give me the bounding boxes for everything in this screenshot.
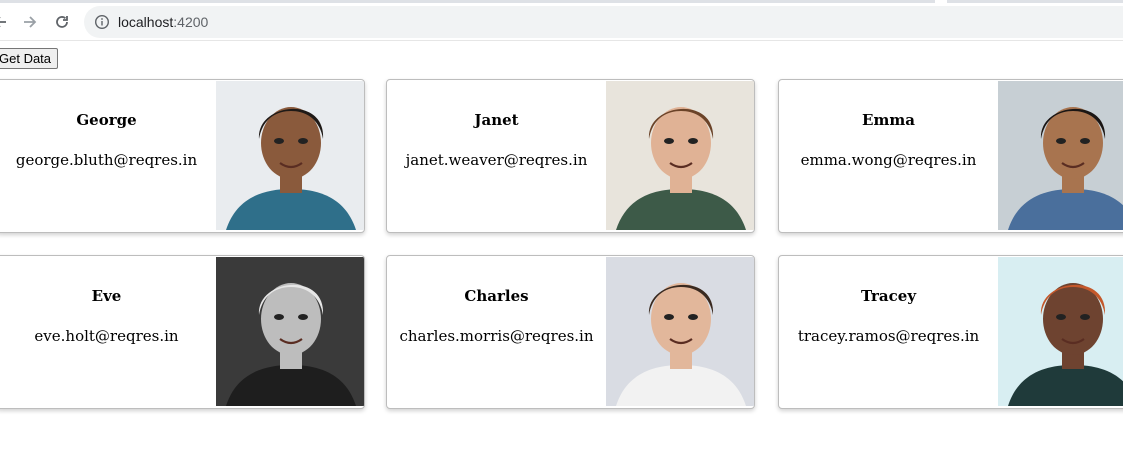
forward-arrow-icon	[24, 16, 37, 28]
url-text: localhost:4200	[118, 14, 209, 30]
user-info: Eve eve.holt@reqres.in	[0, 256, 216, 408]
user-avatar	[216, 257, 364, 406]
user-email: george.bluth@reqres.in	[15, 151, 198, 169]
user-name: Eve	[91, 287, 122, 305]
user-avatar	[216, 81, 364, 230]
site-info-icon[interactable]	[94, 14, 110, 30]
user-avatar	[606, 81, 754, 230]
user-info: George george.bluth@reqres.in	[0, 80, 216, 232]
user-name: George	[76, 111, 137, 129]
get-data-button[interactable]: Get Data	[0, 48, 59, 69]
user-card: Eve eve.holt@reqres.in	[0, 255, 365, 409]
user-card: Janet janet.weaver@reqres.in	[386, 79, 755, 233]
back-arrow-icon	[0, 17, 6, 27]
user-avatar	[998, 81, 1123, 230]
reload-button[interactable]	[48, 8, 76, 36]
address-bar[interactable]: localhost:4200	[84, 6, 1123, 38]
user-info: Charles charles.morris@reqres.in	[387, 256, 606, 408]
forward-button[interactable]	[16, 8, 44, 36]
user-email: tracey.ramos@reqres.in	[797, 327, 980, 345]
user-card: George george.bluth@reqres.in	[0, 79, 365, 233]
user-name: Emma	[862, 111, 915, 129]
user-email: emma.wong@reqres.in	[800, 151, 977, 169]
inactive-tab-edge	[947, 0, 1123, 3]
user-name: Janet	[474, 111, 519, 129]
user-card: Emma emma.wong@reqres.in	[778, 79, 1123, 233]
user-info: Janet janet.weaver@reqres.in	[387, 80, 606, 232]
user-email: charles.morris@reqres.in	[399, 327, 594, 345]
user-email: janet.weaver@reqres.in	[405, 151, 588, 169]
user-avatar	[606, 257, 754, 406]
user-name: Tracey	[860, 287, 917, 305]
user-avatar	[998, 257, 1123, 406]
back-button[interactable]	[0, 8, 14, 36]
browser-toolbar: localhost:4200	[0, 4, 1123, 41]
reload-icon	[56, 16, 68, 28]
user-card: Tracey tracey.ramos@reqres.in	[778, 255, 1123, 409]
user-card: Charles charles.morris@reqres.in	[386, 255, 755, 409]
user-info: Emma emma.wong@reqres.in	[779, 80, 998, 232]
user-info: Tracey tracey.ramos@reqres.in	[779, 256, 998, 408]
active-tab-edge	[0, 0, 935, 3]
user-name: Charles	[464, 287, 529, 305]
user-email: eve.holt@reqres.in	[34, 327, 179, 345]
